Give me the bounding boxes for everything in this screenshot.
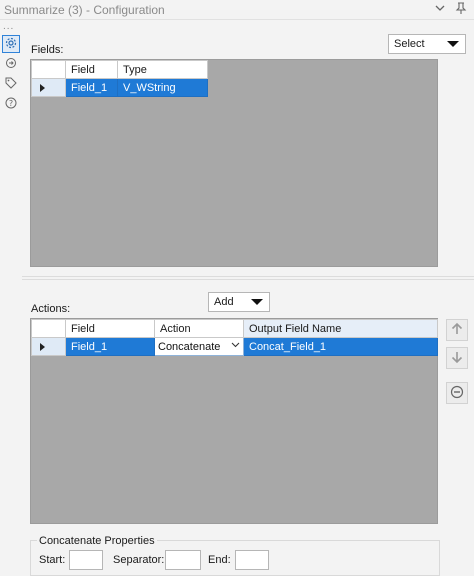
table-row[interactable]: Field_1 V_WString <box>31 78 208 97</box>
actions-col-field[interactable]: Field <box>65 319 155 338</box>
chevron-down-icon[interactable] <box>432 2 448 18</box>
fields-header-row: Field Type <box>31 60 208 79</box>
title-bar: Summarize (3) - Configuration <box>0 0 474 20</box>
connections-icon <box>5 57 17 72</box>
output-field-cell[interactable]: Concat_Field_1 <box>243 337 438 356</box>
concatenate-properties-group: Concatenate Properties Start: Separator:… <box>30 535 440 576</box>
row-header[interactable] <box>31 337 66 356</box>
separator-input[interactable] <box>165 550 201 570</box>
rail-configuration-button[interactable] <box>2 35 20 53</box>
actions-col-output[interactable]: Output Field Name <box>243 319 438 338</box>
end-label: End: <box>208 554 231 566</box>
left-rail: ... ? <box>0 21 22 576</box>
fields-col-field[interactable]: Field <box>65 60 118 79</box>
actions-col-action[interactable]: Action <box>154 319 244 338</box>
actions-table: Field Action Output Field Name Field_1 C… <box>31 319 438 356</box>
remove-button[interactable] <box>446 382 468 404</box>
fields-table: Field Type Field_1 V_WString <box>31 60 208 97</box>
select-dropdown-label: Select <box>394 38 425 50</box>
move-down-button[interactable] <box>446 347 468 369</box>
minus-circle-icon <box>450 385 464 402</box>
rail-annotation-button[interactable] <box>2 75 20 93</box>
help-icon: ? <box>5 97 17 112</box>
actions-label: Actions: <box>31 303 71 315</box>
tag-icon <box>5 77 17 92</box>
more-dots-icon[interactable]: ... <box>3 21 14 32</box>
rail-help-button[interactable]: ? <box>2 95 20 113</box>
select-dropdown[interactable]: Select <box>388 34 466 54</box>
field-cell[interactable]: Field_1 <box>65 78 118 97</box>
row-pointer-icon <box>40 84 45 92</box>
fields-label: Fields: <box>31 44 64 56</box>
chevron-down-icon[interactable] <box>231 340 240 352</box>
rail-connections-button[interactable] <box>2 55 20 73</box>
fields-col-type[interactable]: Type <box>117 60 208 79</box>
table-row[interactable]: Field_1 Concatenate Concat_Field_1 <box>31 337 438 356</box>
actions-grid: Field Action Output Field Name Field_1 C… <box>30 318 438 524</box>
pin-icon[interactable] <box>453 2 469 18</box>
add-dropdown-label: Add <box>214 296 234 308</box>
type-cell[interactable]: V_WString <box>117 78 208 97</box>
action-select-value: Concatenate <box>158 340 221 353</box>
start-input[interactable] <box>69 550 103 570</box>
start-label: Start: <box>39 554 66 566</box>
field-cell[interactable]: Field_1 <box>65 337 155 356</box>
move-up-button[interactable] <box>446 319 468 341</box>
caret-down-icon <box>447 41 459 47</box>
fields-corner-cell <box>31 60 66 79</box>
caret-down-icon <box>251 299 263 305</box>
actions-header-row: Field Action Output Field Name <box>31 319 438 338</box>
gear-icon <box>5 37 17 52</box>
fields-grid: Field Type Field_1 V_WString <box>30 59 438 267</box>
arrow-down-icon <box>450 350 464 367</box>
properties-title: Concatenate Properties <box>37 535 157 547</box>
end-input[interactable] <box>235 550 269 570</box>
separator-label: Separator: <box>113 554 165 566</box>
row-header[interactable] <box>31 78 66 97</box>
window-title: Summarize (3) - Configuration <box>4 3 165 17</box>
actions-corner-cell <box>31 319 66 338</box>
arrow-up-icon <box>450 322 464 339</box>
row-pointer-icon <box>40 343 45 351</box>
add-dropdown[interactable]: Add <box>208 292 270 312</box>
svg-text:?: ? <box>9 99 13 108</box>
pane-splitter[interactable] <box>22 276 474 280</box>
action-select[interactable]: Concatenate <box>154 337 244 356</box>
